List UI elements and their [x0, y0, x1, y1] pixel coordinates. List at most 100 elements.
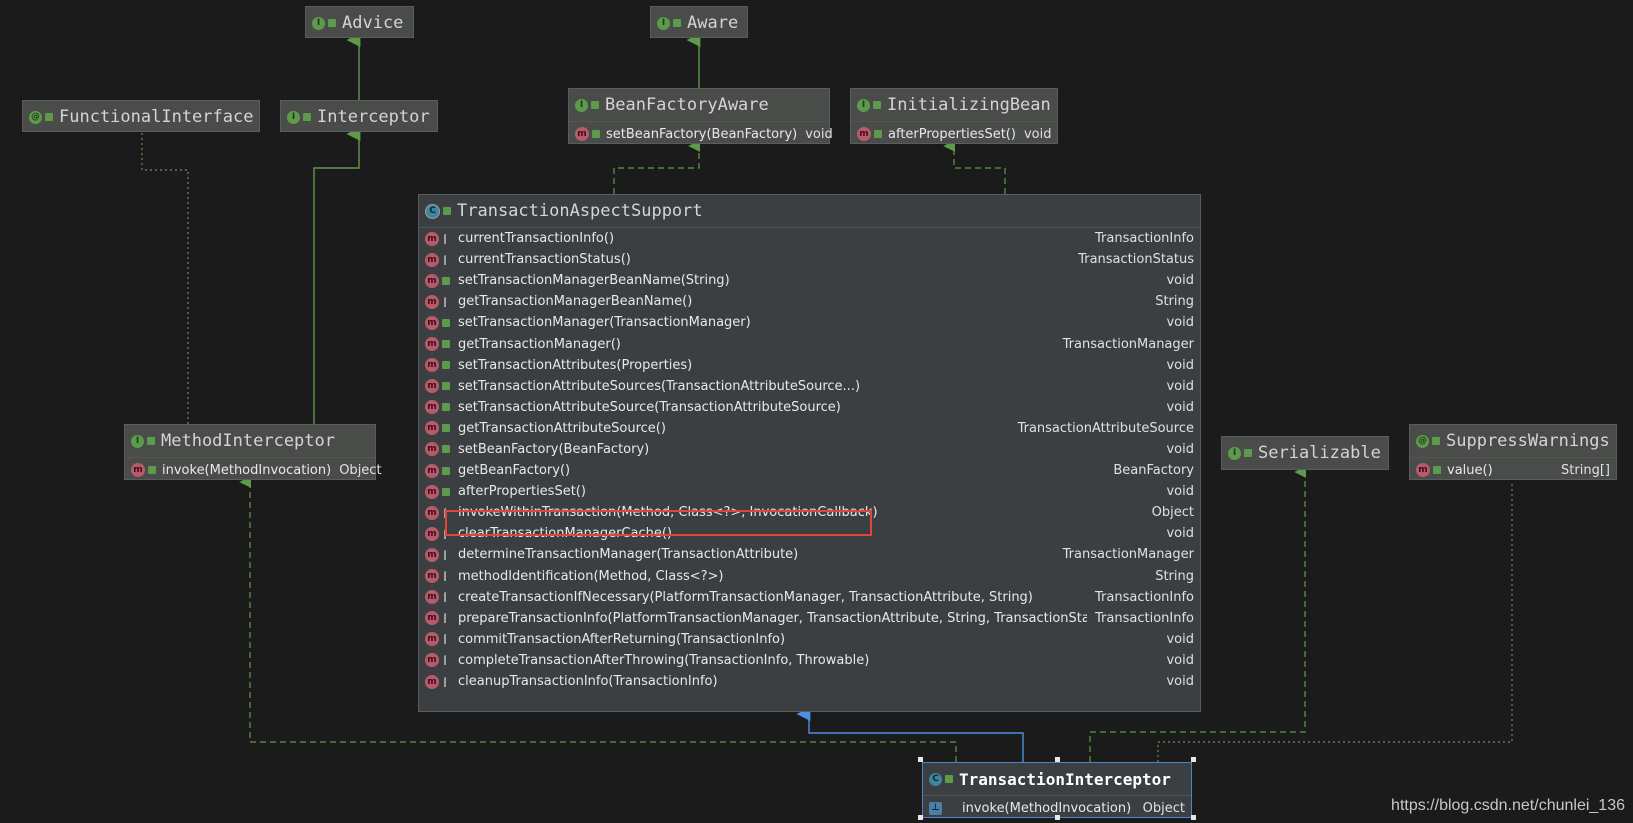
node-suppress-warnings[interactable]: @ SuppressWarnings m value() String[]: [1409, 424, 1617, 480]
method-signature: methodIdentification(Method, Class<?>): [458, 568, 724, 584]
node-transaction-interceptor[interactable]: C TransactionInterceptor ⊥ invoke(Method…: [922, 762, 1192, 818]
selection-handle[interactable]: [1055, 815, 1060, 820]
method-row[interactable]: m currentTransactionStatus() TransactionSt…: [419, 249, 1200, 270]
public-icon: [874, 130, 882, 138]
method-signature: setBeanFactory(BeanFactory): [606, 126, 798, 142]
method-icon: m: [425, 611, 439, 626]
node-advice-name: Advice: [342, 13, 404, 33]
protected-icon: [444, 634, 450, 645]
method-icon: m: [425, 294, 439, 309]
interface-icon: I: [575, 98, 588, 112]
method-row[interactable]: m createTransactionIfNecessary(PlatformTr…: [419, 587, 1200, 608]
method-row[interactable]: m getTransactionAttributeSource() Transact…: [419, 418, 1200, 439]
method-return-type: void: [1166, 315, 1194, 331]
protected-icon: [444, 655, 450, 666]
method-signature: afterPropertiesSet(): [888, 126, 1016, 142]
method-row[interactable]: m methodIdentification(Method, Class<?>) S…: [419, 566, 1200, 587]
node-transaction-aspect-support[interactable]: C TransactionAspectSupport m currentTrans…: [418, 194, 1201, 712]
method-icon: m: [575, 127, 589, 141]
public-icon: [442, 340, 450, 349]
method-signature: setTransactionAttributeSources(Transacti…: [458, 378, 861, 394]
method-row[interactable]: m afterPropertiesSet() void: [851, 121, 1057, 146]
node-bean-factory-aware[interactable]: I BeanFactoryAware m setBeanFactory(Bean…: [568, 88, 833, 146]
node-serializable[interactable]: I Serializable: [1221, 436, 1389, 470]
selection-handle[interactable]: [1055, 757, 1060, 762]
method-row[interactable]: m value() String[]: [1410, 457, 1616, 482]
interface-icon: I: [857, 98, 870, 112]
selection-handle[interactable]: [1191, 815, 1196, 820]
node-serializable-name: Serializable: [1258, 443, 1381, 463]
method-row[interactable]: m setBeanFactory(BeanFactory) void: [419, 439, 1200, 460]
interface-icon: I: [1228, 446, 1241, 460]
method-return-type: void: [1166, 378, 1194, 394]
node-interceptor-name: Interceptor: [317, 107, 430, 127]
node-method-interceptor[interactable]: I MethodInterceptor m invoke(MethodInvoc…: [124, 424, 382, 482]
method-row[interactable]: m getTransactionManager() TransactionManag…: [419, 333, 1200, 354]
public-icon: [303, 113, 311, 121]
method-row[interactable]: m getTransactionManagerBeanName() String: [419, 291, 1200, 312]
method-signature: afterPropertiesSet(): [458, 484, 586, 500]
method-signature: prepareTransactionInfo(PlatformTransacti…: [458, 610, 1088, 626]
highlight-box: [445, 510, 872, 536]
method-return-type: void: [1166, 441, 1194, 457]
method-return-type: void: [1166, 357, 1194, 373]
method-row[interactable]: m completeTransactionAfterThrowing(Transa…: [419, 650, 1200, 671]
node-aware[interactable]: I Aware: [650, 6, 748, 38]
node-advice[interactable]: I Advice: [305, 6, 414, 38]
method-row[interactable]: m invoke(MethodInvocation) Object: [125, 457, 382, 482]
method-return-type: void: [1166, 484, 1194, 500]
edge-methodinterceptor-functionalinterface: [141, 132, 189, 424]
method-row[interactable]: m currentTransactionInfo() TransactionInfo: [419, 228, 1200, 249]
node-functional-interface-name: FunctionalInterface: [59, 107, 254, 127]
method-signature: setTransactionAttributeSource(Transactio…: [458, 399, 841, 415]
method-return-type: void: [1166, 674, 1194, 690]
method-return-type: TransactionInfo: [1095, 231, 1194, 247]
method-return-type: void: [1166, 399, 1194, 415]
method-signature: cleanupTransactionInfo(TransactionInfo): [458, 674, 718, 690]
node-functional-interface[interactable]: @ FunctionalInterface: [22, 100, 260, 132]
abstract-class-icon: C: [425, 203, 440, 219]
method-signature: createTransactionIfNecessary(PlatformTra…: [458, 589, 1033, 605]
node-bean-factory-aware-name: BeanFactoryAware: [605, 95, 769, 115]
method-row[interactable]: m setTransactionAttributes(Properties) voi…: [419, 355, 1200, 376]
public-icon: [945, 775, 953, 783]
class-icon: C: [929, 772, 942, 786]
selection-handle[interactable]: [918, 815, 923, 820]
interface-icon: I: [131, 434, 144, 448]
selection-handle[interactable]: [1191, 757, 1196, 762]
method-return-type: Object: [339, 462, 382, 478]
public-icon: [1244, 449, 1252, 457]
method-row[interactable]: m getBeanFactory() BeanFactory: [419, 460, 1200, 481]
public-icon: [873, 101, 881, 109]
public-icon: [442, 424, 450, 433]
edge-tas-initializingbean: [943, 140, 1006, 194]
method-row[interactable]: m setTransactionAttributeSources(Transact…: [419, 376, 1200, 397]
node-initializing-bean-name: InitializingBean: [887, 95, 1051, 115]
protected-icon: [444, 571, 450, 582]
method-row[interactable]: m cleanupTransactionInfo(TransactionInfo)…: [419, 671, 1200, 692]
method-row[interactable]: m setTransactionManagerBeanName(String) vo…: [419, 270, 1200, 291]
annotation-icon: @: [29, 110, 42, 124]
method-icon: m: [425, 315, 439, 330]
method-row[interactable]: m setBeanFactory(BeanFactory) void: [569, 121, 833, 146]
method-row[interactable]: m commitTransactionAfterReturning(Transac…: [419, 629, 1200, 650]
node-interceptor[interactable]: I Interceptor: [280, 100, 438, 132]
method-signature: getBeanFactory(): [458, 463, 571, 479]
method-signature: value(): [1447, 462, 1493, 478]
method-return-type: Object: [1151, 505, 1194, 521]
method-row[interactable]: m afterPropertiesSet() void: [419, 481, 1200, 502]
method-row[interactable]: m determineTransactionManager(Transaction…: [419, 544, 1200, 565]
method-row[interactable]: m prepareTransactionInfo(PlatformTransact…: [419, 608, 1200, 629]
public-icon: [147, 437, 155, 445]
node-initializing-bean[interactable]: I InitializingBean m afterPropertiesSet(…: [850, 88, 1058, 144]
method-icon: m: [425, 421, 439, 436]
protected-icon: [444, 592, 450, 603]
method-icon: m: [425, 653, 439, 668]
method-return-type: TransactionManager: [1062, 336, 1194, 352]
protected-icon: [444, 254, 450, 265]
method-row[interactable]: m setTransactionManager(TransactionManage…: [419, 312, 1200, 333]
method-return-type: String: [1155, 294, 1194, 310]
method-row[interactable]: m setTransactionAttributeSource(Transacti…: [419, 397, 1200, 418]
selection-handle[interactable]: [918, 757, 923, 762]
method-icon: m: [425, 463, 439, 478]
